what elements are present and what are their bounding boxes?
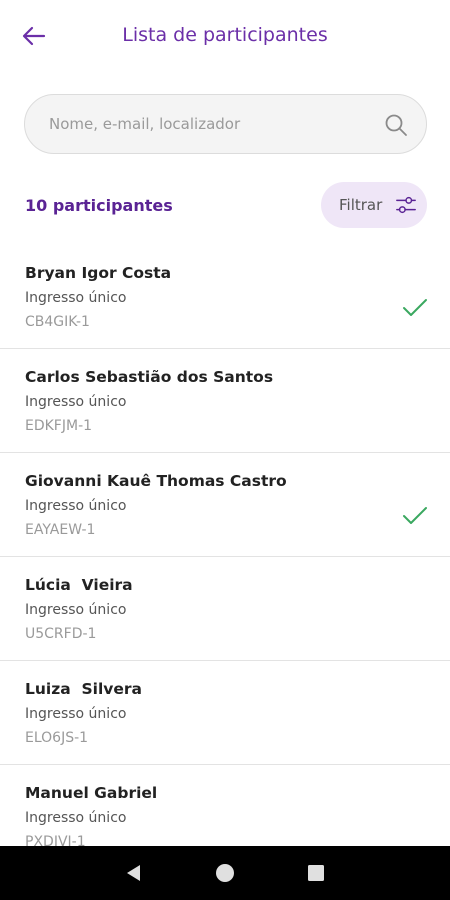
list-item[interactable]: Lúcia Vieira Ingresso único U5CRFD-1 (0, 557, 450, 661)
ticket-type: Ingresso único (25, 602, 127, 618)
participant-name: Giovanni Kauê Thomas Castro (25, 472, 287, 490)
participant-name: Lúcia Vieira (25, 576, 133, 594)
participant-name: Manuel Gabriel (25, 784, 158, 802)
list-item[interactable]: Bryan Igor Costa Ingresso único CB4GIK-1 (0, 245, 450, 349)
filter-button[interactable]: Filtrar (321, 182, 427, 228)
list-item[interactable]: Giovanni Kauê Thomas Castro Ingresso úni… (0, 453, 450, 557)
participant-list: Bryan Igor Costa Ingresso único CB4GIK-1… (0, 245, 450, 869)
ticket-code: EDKFJM-1 (25, 418, 93, 434)
search-input[interactable] (49, 115, 369, 133)
ticket-code: CB4GIK-1 (25, 314, 90, 330)
search-bar (24, 94, 427, 154)
nav-back-button[interactable] (120, 859, 148, 887)
participant-name: Carlos Sebastião dos Santos (25, 368, 274, 386)
ticket-type: Ingresso único (25, 810, 127, 826)
ticket-type: Ingresso único (25, 706, 127, 722)
ticket-code: ELO6JS-1 (25, 730, 89, 746)
ticket-type: Ingresso único (25, 498, 127, 514)
filter-icon (396, 196, 416, 214)
participant-name: Luiza Silvera (25, 680, 143, 698)
list-item[interactable]: Luiza Silvera Ingresso único ELO6JS-1 (0, 661, 450, 765)
check-icon (403, 507, 427, 524)
list-item[interactable]: Carlos Sebastião dos Santos Ingresso úni… (0, 349, 450, 453)
page-title: Lista de participantes (0, 24, 450, 46)
system-nav-bar (0, 846, 450, 900)
ticket-type: Ingresso único (25, 290, 127, 306)
ticket-code: EAYAEW-1 (25, 522, 96, 538)
app-header: Lista de participantes (0, 0, 450, 72)
page-title-text: Lista de participantes (122, 24, 328, 46)
triangle-back-icon (126, 865, 140, 881)
check-icon (403, 299, 427, 316)
nav-recents-button[interactable] (302, 859, 330, 887)
participant-count: 10 participantes (25, 196, 173, 215)
search-icon[interactable] (384, 113, 408, 137)
participant-name: Bryan Igor Costa (25, 264, 172, 282)
nav-home-button[interactable] (211, 859, 239, 887)
filter-label: Filtrar (339, 196, 383, 214)
ticket-type: Ingresso único (25, 394, 127, 410)
square-recents-icon (308, 865, 325, 881)
circle-home-icon (215, 864, 234, 882)
ticket-code: U5CRFD-1 (25, 626, 97, 642)
